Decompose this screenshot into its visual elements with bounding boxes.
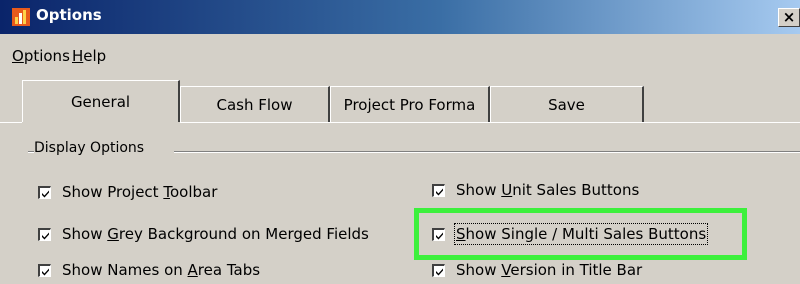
group-label: Display Options bbox=[34, 140, 147, 156]
window-title: Options bbox=[36, 6, 102, 24]
tab-save-label: Save bbox=[548, 95, 585, 114]
menu-options[interactable]: Options bbox=[12, 47, 70, 65]
menu-bar: Options Help bbox=[0, 45, 800, 67]
option-label: Show Unit Sales Buttons bbox=[456, 181, 640, 199]
option-show-version-in-title-bar[interactable]: Show Version in Title Bar bbox=[432, 260, 642, 280]
option-label: Show Version in Title Bar bbox=[456, 261, 643, 279]
checkmark-icon bbox=[42, 190, 49, 197]
checkmark-icon bbox=[436, 268, 443, 275]
app-logo-icon bbox=[12, 8, 30, 26]
tab-cash-flow-label: Cash Flow bbox=[216, 95, 293, 114]
menu-help[interactable]: Help bbox=[72, 47, 106, 65]
option-show-unit-sales-buttons[interactable]: Show Unit Sales Buttons bbox=[432, 180, 639, 200]
title-bar: Options × bbox=[0, 0, 800, 34]
checkbox-show-unit-sales-buttons[interactable] bbox=[432, 183, 445, 197]
tab-baseline-left bbox=[0, 122, 22, 123]
checkbox-show-names-on-area-tabs[interactable] bbox=[38, 263, 51, 277]
tab-strip: General Cash Flow Project Pro Forma Save bbox=[0, 80, 800, 122]
checkbox-show-version-in-title-bar[interactable] bbox=[432, 263, 445, 277]
close-button[interactable]: × bbox=[778, 8, 800, 27]
close-icon: × bbox=[782, 8, 796, 26]
tab-project-pro-forma-label: Project Pro Forma bbox=[343, 95, 476, 114]
tab-general-label: General bbox=[70, 92, 131, 111]
checkmark-icon bbox=[42, 268, 49, 275]
checkbox-show-grey-background[interactable] bbox=[38, 227, 51, 241]
tab-cash-flow[interactable]: Cash Flow bbox=[180, 86, 330, 122]
tab-save[interactable]: Save bbox=[490, 86, 644, 122]
tab-project-pro-forma[interactable]: Project Pro Forma bbox=[330, 86, 490, 122]
tab-baseline-right bbox=[180, 122, 800, 123]
option-show-grey-background[interactable]: Show Grey Background on Merged Fields bbox=[38, 224, 369, 244]
tab-general[interactable]: General bbox=[22, 80, 180, 122]
checkmark-icon bbox=[436, 188, 443, 195]
option-label: Show Project Toolbar bbox=[62, 183, 218, 201]
option-show-project-toolbar[interactable]: Show Project Toolbar bbox=[38, 182, 217, 202]
option-label: Show Grey Background on Merged Fields bbox=[62, 225, 369, 243]
option-label: Show Names on Area Tabs bbox=[62, 261, 261, 279]
checkbox-show-project-toolbar[interactable] bbox=[38, 185, 51, 199]
option-show-names-on-area-tabs[interactable]: Show Names on Area Tabs bbox=[38, 260, 260, 280]
highlight-box bbox=[414, 208, 747, 260]
group-divider bbox=[174, 151, 800, 153]
checkmark-icon bbox=[42, 232, 49, 239]
